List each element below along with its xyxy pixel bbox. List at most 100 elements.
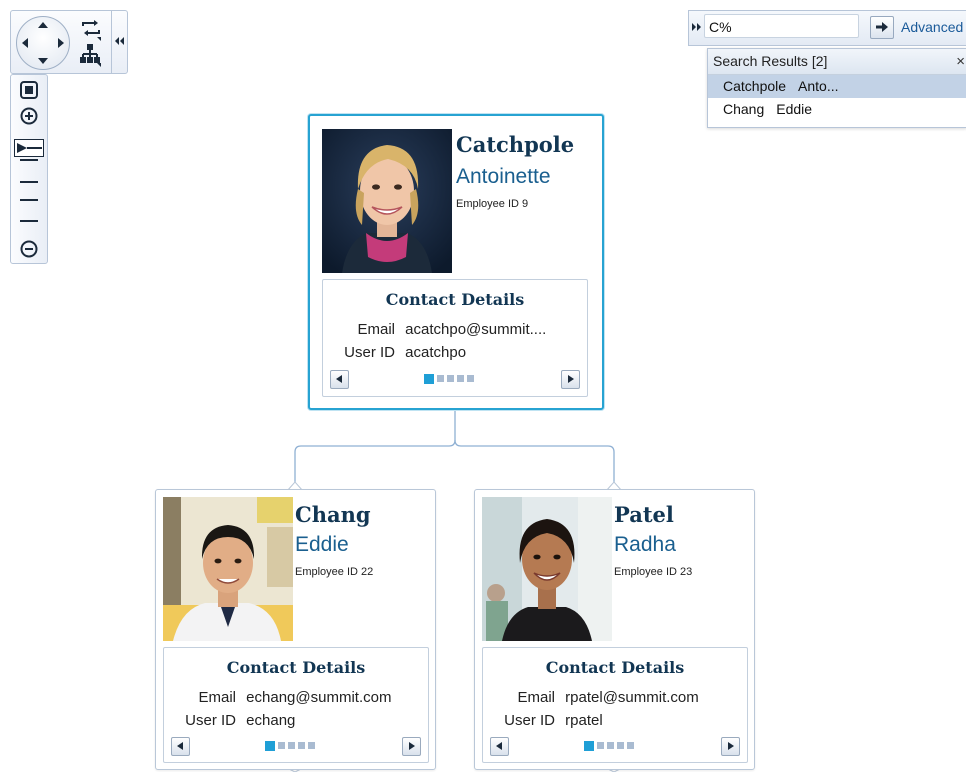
pan-right-icon[interactable] xyxy=(58,38,64,48)
close-icon[interactable]: × xyxy=(956,49,965,74)
email-value: rpatel@summit.com xyxy=(565,689,699,706)
pan-left-icon[interactable] xyxy=(22,38,28,48)
collapse-left-icon[interactable] xyxy=(111,11,127,73)
search-input[interactable]: C% xyxy=(704,14,859,38)
employee-card-chang[interactable]: Chang Eddie Employee ID 22 Contact Detai… xyxy=(155,489,436,770)
userid-value: acatchpo xyxy=(405,344,467,361)
userid-value: echang xyxy=(246,712,296,729)
email-row: Email acatchpo@summit.... xyxy=(323,321,546,338)
zoom-in-icon[interactable] xyxy=(20,107,38,125)
email-label: Email xyxy=(198,689,236,706)
next-page-button[interactable] xyxy=(721,737,740,756)
next-page-button[interactable] xyxy=(402,737,421,756)
chevron-right-icon xyxy=(409,742,415,750)
zoom-out-icon[interactable] xyxy=(20,240,38,258)
employee-first-name: Antoinette xyxy=(456,165,551,188)
employee-id: Employee ID 22 xyxy=(295,566,374,578)
previous-page-button[interactable] xyxy=(330,370,349,389)
page-dot[interactable] xyxy=(437,375,444,382)
hierarchy-layout-icon[interactable] xyxy=(79,43,103,67)
page-dot[interactable] xyxy=(597,742,604,749)
page-dot[interactable] xyxy=(617,742,624,749)
zoom-level-tick[interactable] xyxy=(20,159,38,161)
next-page-button[interactable] xyxy=(561,370,580,389)
employee-last-name: Catchpole xyxy=(456,132,575,157)
employee-id: Employee ID 23 xyxy=(614,566,693,578)
chevron-right-icon xyxy=(568,375,574,383)
zoom-level-tick[interactable] xyxy=(20,199,38,201)
contact-details-panel: Contact Details Email echang@summit.com … xyxy=(163,647,429,763)
email-value: echang@summit.com xyxy=(246,689,392,706)
page-dot[interactable] xyxy=(467,375,474,382)
chevron-right-icon xyxy=(728,742,734,750)
previous-page-button[interactable] xyxy=(171,737,190,756)
connector-chang xyxy=(294,408,456,490)
email-value: acatchpo@summit.... xyxy=(405,321,547,338)
email-row: Email rpatel@summit.com xyxy=(483,689,699,706)
search-bar: C% Advanced xyxy=(688,10,966,46)
page-dot[interactable] xyxy=(607,742,614,749)
contact-details-title: Contact Details xyxy=(545,658,685,677)
employee-id: Employee ID 9 xyxy=(456,198,529,210)
userid-value: rpatel xyxy=(565,712,603,729)
userid-label: User ID xyxy=(504,712,555,729)
page-dot[interactable] xyxy=(457,375,464,382)
page-dot[interactable] xyxy=(308,742,315,749)
search-results-panel: Search Results [2] × Catchpole Anto... Ch… xyxy=(707,48,966,128)
navigation-panel xyxy=(10,10,128,74)
page-dot[interactable] xyxy=(278,742,285,749)
connector-patel xyxy=(454,439,615,490)
pan-control[interactable] xyxy=(16,16,70,70)
search-results-title: Search Results [2] xyxy=(713,53,828,69)
contact-details-title: Contact Details xyxy=(226,658,366,677)
pan-up-icon[interactable] xyxy=(38,22,48,28)
page-dot-active[interactable] xyxy=(584,741,594,751)
page-dot[interactable] xyxy=(447,375,454,382)
advanced-search-link[interactable]: Advanced xyxy=(901,19,963,35)
contact-details-title: Contact Details xyxy=(385,290,525,309)
employee-card-patel[interactable]: Patel Radha Employee ID 23 Contact Detai… xyxy=(474,489,755,770)
page-dot[interactable] xyxy=(288,742,295,749)
employee-last-name: Patel xyxy=(614,502,674,527)
page-dot-active[interactable] xyxy=(424,374,434,384)
expand-search-icon[interactable] xyxy=(691,20,703,34)
page-indicator xyxy=(265,741,315,751)
page-dot-active[interactable] xyxy=(265,741,275,751)
email-label: Email xyxy=(517,689,555,706)
employee-photo xyxy=(322,129,452,273)
result-last-name: Catchpole xyxy=(723,78,787,94)
page-indicator xyxy=(424,374,474,384)
arrow-right-icon xyxy=(876,22,888,32)
userid-row: User ID acatchpo xyxy=(323,344,466,361)
search-result-item[interactable]: Chang Eddie xyxy=(708,98,966,121)
search-result-item[interactable]: Catchpole Anto... xyxy=(708,75,966,98)
userid-label: User ID xyxy=(185,712,236,729)
zoom-slider-thumb[interactable] xyxy=(14,139,44,157)
search-go-button[interactable] xyxy=(870,16,894,39)
zoom-level-tick[interactable] xyxy=(20,181,38,183)
result-last-name: Chang xyxy=(723,101,765,117)
page-dot[interactable] xyxy=(298,742,305,749)
email-label: Email xyxy=(357,321,395,338)
zoom-level-tick[interactable] xyxy=(20,220,38,222)
employee-last-name: Chang xyxy=(295,502,371,527)
zoom-panel xyxy=(10,74,48,264)
contact-details-panel: Contact Details Email acatchpo@summit...… xyxy=(322,279,588,397)
employee-photo xyxy=(482,497,612,641)
employee-card-catchpole[interactable]: Catchpole Antoinette Employee ID 9 Conta… xyxy=(308,114,604,410)
page-dot[interactable] xyxy=(627,742,634,749)
chevron-left-icon xyxy=(336,375,342,383)
result-first-name: Anto... xyxy=(798,78,839,94)
userid-row: User ID rpatel xyxy=(483,712,603,729)
pan-down-icon[interactable] xyxy=(38,58,48,64)
chevron-left-icon xyxy=(496,742,502,750)
email-row: Email echang@summit.com xyxy=(164,689,391,706)
contact-details-panel: Contact Details Email rpatel@summit.com … xyxy=(482,647,748,763)
fit-to-screen-icon[interactable] xyxy=(20,81,38,99)
employee-first-name: Radha xyxy=(614,533,676,556)
rotate-icon[interactable] xyxy=(79,17,103,41)
previous-page-button[interactable] xyxy=(490,737,509,756)
userid-row: User ID echang xyxy=(164,712,295,729)
result-first-name: Eddie xyxy=(776,101,813,117)
userid-label: User ID xyxy=(344,344,395,361)
